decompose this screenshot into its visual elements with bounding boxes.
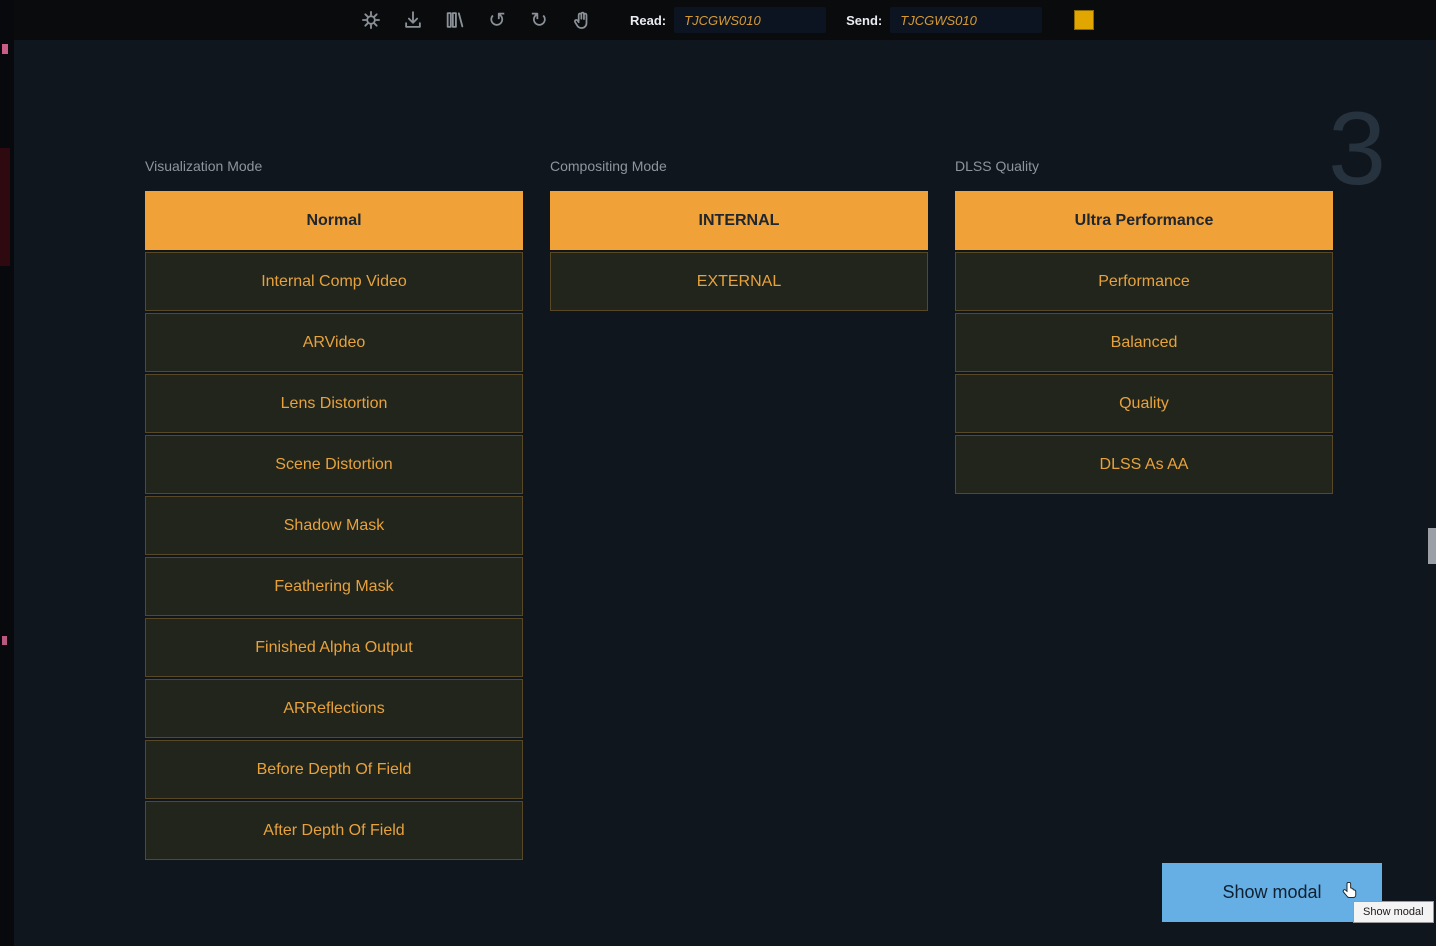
- group-label: Visualization Mode: [145, 158, 523, 181]
- edge-artifact: [2, 636, 7, 645]
- left-edge-strip: [0, 0, 14, 946]
- option-button[interactable]: Quality: [955, 374, 1333, 433]
- toolbar-icon-group: ↺ ↻: [358, 7, 594, 33]
- option-button[interactable]: Shadow Mask: [145, 496, 523, 555]
- option-button[interactable]: Normal: [145, 191, 523, 250]
- option-button[interactable]: ARReflections: [145, 679, 523, 738]
- status-indicator: [1074, 10, 1094, 30]
- main-panel: 3 Visualization ModeNormalInternal Comp …: [14, 40, 1436, 946]
- option-button[interactable]: Finished Alpha Output: [145, 618, 523, 677]
- right-scrollbar-thumb[interactable]: [1428, 528, 1436, 564]
- library-icon[interactable]: [442, 7, 468, 33]
- group-label: DLSS Quality: [955, 158, 1333, 181]
- refresh-icon[interactable]: ↻: [526, 7, 552, 33]
- option-button[interactable]: INTERNAL: [550, 191, 928, 250]
- toolbar: ↺ ↻ Read: Send:: [0, 0, 1436, 40]
- history-icon[interactable]: ↺: [484, 7, 510, 33]
- option-button[interactable]: DLSS As AA: [955, 435, 1333, 494]
- option-button[interactable]: Ultra Performance: [955, 191, 1333, 250]
- option-button[interactable]: After Depth Of Field: [145, 801, 523, 860]
- mode-group: DLSS Quality Ultra PerformancePerformance…: [955, 158, 1333, 496]
- download-icon[interactable]: [400, 7, 426, 33]
- option-button[interactable]: Balanced: [955, 313, 1333, 372]
- show-modal-tooltip: Show modal: [1353, 901, 1434, 923]
- read-label: Read:: [630, 13, 666, 28]
- option-button[interactable]: Internal Comp Video: [145, 252, 523, 311]
- settings-gear-icon[interactable]: [358, 7, 384, 33]
- option-button[interactable]: Performance: [955, 252, 1333, 311]
- edge-artifact: [2, 44, 8, 54]
- option-button[interactable]: Feathering Mask: [145, 557, 523, 616]
- hand-pan-icon[interactable]: [568, 7, 594, 33]
- option-button[interactable]: ARVideo: [145, 313, 523, 372]
- group-label: Compositing Mode: [550, 158, 928, 181]
- option-button[interactable]: EXTERNAL: [550, 252, 928, 311]
- hand-cursor-icon: [1340, 881, 1360, 903]
- mode-group: Visualization Mode NormalInternal Comp Vi…: [145, 158, 523, 862]
- edge-artifact: [0, 148, 10, 266]
- send-label: Send:: [846, 13, 882, 28]
- option-button[interactable]: Lens Distortion: [145, 374, 523, 433]
- app-window: ↺ ↻ Read: Send: 3 Visualization ModeNorm…: [0, 0, 1436, 946]
- option-button[interactable]: Before Depth Of Field: [145, 740, 523, 799]
- read-input[interactable]: [674, 7, 826, 33]
- option-button[interactable]: Scene Distortion: [145, 435, 523, 494]
- mode-group: Compositing Mode INTERNALEXTERNAL: [550, 158, 928, 313]
- send-input[interactable]: [890, 7, 1042, 33]
- button-groups: Visualization Mode NormalInternal Comp Vi…: [145, 158, 1333, 862]
